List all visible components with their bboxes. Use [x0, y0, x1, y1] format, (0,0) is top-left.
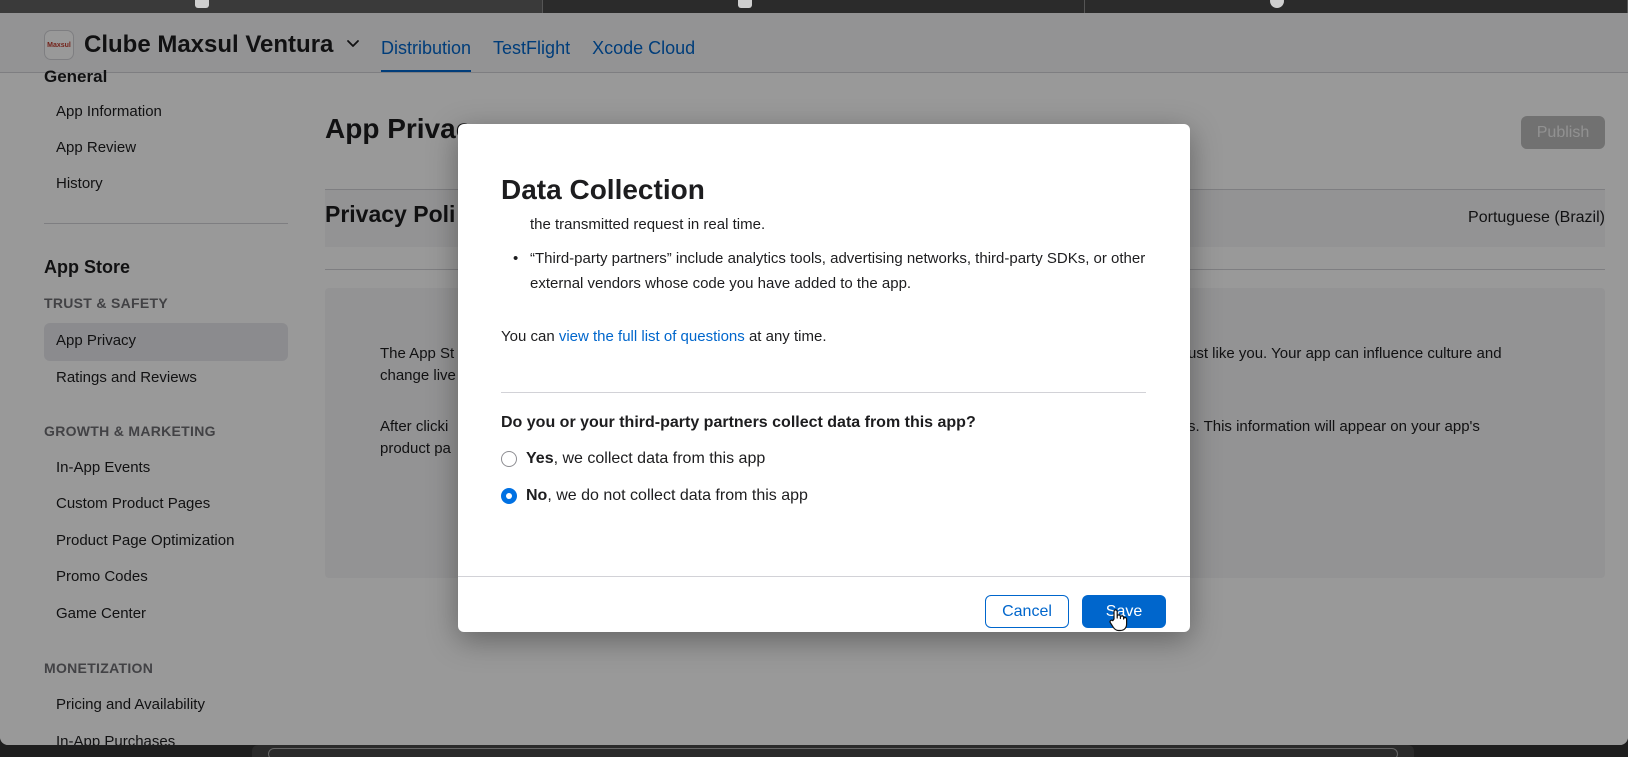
pointer-hand-icon: [1109, 609, 1128, 632]
bullet-dot-icon: •: [513, 250, 519, 267]
tab-favicon-icon: [1270, 0, 1285, 8]
option-no-text: , we do not collect data from this app: [547, 487, 808, 504]
option-yes-text: , we collect data from this app: [553, 450, 766, 467]
option-no[interactable]: No, we do not collect data from this app: [501, 487, 808, 505]
questions-suffix: at any time.: [744, 328, 827, 345]
dock-shelf: [268, 748, 1398, 757]
dialog-body: the transmitted request in real time. • …: [501, 212, 1146, 349]
questions-line: You can view the full list of questions …: [501, 324, 1146, 349]
option-no-bold: No: [526, 487, 548, 504]
collection-question: Do you or your third-party partners coll…: [501, 414, 976, 431]
dialog-divider: [501, 392, 1146, 393]
option-yes-bold: Yes: [526, 450, 554, 467]
tab-favicon-icon: [737, 0, 752, 8]
browser-tab[interactable]: [543, 0, 1086, 13]
bullet-text: “Third-party partners” include analytics…: [530, 250, 1146, 292]
tab-favicon-icon: [195, 0, 209, 8]
view-questions-link[interactable]: view the full list of questions: [559, 328, 745, 345]
dock: [252, 745, 1414, 757]
dialog-title: Data Collection: [501, 174, 705, 205]
questions-prefix: You can: [501, 328, 559, 345]
dialog-footer-divider: [458, 576, 1190, 577]
browser-tab[interactable]: [1085, 0, 1628, 13]
data-collection-dialog: Data Collection the transmitted request …: [458, 124, 1190, 632]
dialog-cut-text: the transmitted request in real time.: [530, 216, 766, 233]
radio-no-icon[interactable]: [501, 488, 517, 504]
dialog-bullet: • “Third-party partners” include analyti…: [501, 246, 1146, 296]
cancel-button[interactable]: Cancel: [985, 595, 1069, 628]
radio-yes-icon[interactable]: [501, 451, 517, 467]
browser-tab[interactable]: [0, 0, 543, 13]
browser-tab-strip: [0, 0, 1628, 13]
browser-window: Maxsul Clube Maxsul Ventura Distribution…: [0, 13, 1628, 745]
option-yes[interactable]: Yes, we collect data from this app: [501, 450, 765, 468]
